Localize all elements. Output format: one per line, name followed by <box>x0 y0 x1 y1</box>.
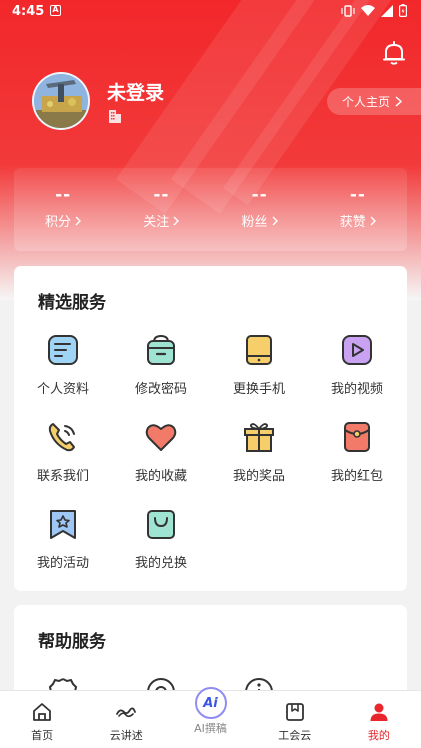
chevron-right-icon <box>395 96 403 107</box>
ai-icon: Ai <box>194 687 227 719</box>
service-my-videos[interactable]: 我的视频 <box>308 333 406 403</box>
tab-home[interactable]: 首页 <box>0 691 84 748</box>
featured-services-card: 精选服务 个人资料 修改密码 更换手机 我的视频 联系我们 我的收藏 我的奖品 … <box>14 266 407 591</box>
section-title: 帮助服务 <box>38 632 106 652</box>
tab-label: 工会云 <box>278 729 312 742</box>
tab-label: 我的 <box>367 729 390 742</box>
personal-homepage-label: 个人主页 <box>342 95 391 109</box>
status-bar: 4:45 A <box>0 0 421 24</box>
personal-homepage-button[interactable]: 个人主页 <box>327 88 421 115</box>
password-icon <box>147 334 175 365</box>
stat-label: 粉丝 <box>241 215 268 230</box>
service-label: 修改密码 <box>134 382 187 397</box>
vibrate-icon <box>341 4 355 17</box>
tab-label: 首页 <box>31 729 54 742</box>
chevron-right-icon <box>370 216 376 226</box>
tab-mine[interactable]: 我的 <box>337 691 421 748</box>
service-red-packet[interactable]: 我的红包 <box>308 420 406 490</box>
union-icon <box>285 703 304 721</box>
service-contact-us[interactable]: 联系我们 <box>14 420 112 490</box>
service-label: 我的兑换 <box>134 556 187 571</box>
cloud-story-icon <box>116 707 137 718</box>
chevron-right-icon <box>75 216 82 226</box>
stat-following[interactable]: -- 关注 <box>112 168 210 251</box>
user-icon <box>370 703 388 721</box>
service-label: 我的红包 <box>330 469 383 484</box>
signal-icon <box>381 4 393 17</box>
service-label: 更换手机 <box>232 382 285 397</box>
building-icon <box>109 110 121 123</box>
header-background <box>0 0 421 300</box>
call-icon <box>48 423 75 452</box>
service-my-activities[interactable]: 我的活动 <box>14 507 112 577</box>
service-my-prizes[interactable]: 我的奖品 <box>210 420 308 490</box>
tab-cloud-story[interactable]: 云讲述 <box>84 691 168 748</box>
chevron-right-icon <box>272 216 278 226</box>
bottom-tab-bar: 首页 云讲述 Ai AI撰稿 工会云 我的 <box>0 687 421 748</box>
service-label: 我的收藏 <box>134 469 187 484</box>
activity-icon <box>50 510 76 539</box>
tab-label: 云讲述 <box>109 729 143 742</box>
service-change-password[interactable]: 修改密码 <box>112 333 210 403</box>
service-label: 个人资料 <box>36 382 89 397</box>
avatar[interactable] <box>32 72 90 130</box>
heart-icon <box>145 424 177 451</box>
profile-card-icon <box>48 335 78 365</box>
stat-value: -- <box>251 185 268 205</box>
stat-label: 获赞 <box>339 215 366 230</box>
chevron-right-icon <box>173 216 180 226</box>
notification-icon: A <box>50 5 61 16</box>
stat-value: -- <box>153 185 170 205</box>
stat-label: 积分 <box>45 215 72 230</box>
phone-icon <box>246 335 272 365</box>
video-icon <box>342 335 372 365</box>
stat-label: 关注 <box>143 215 170 230</box>
service-label: 我的视频 <box>330 382 383 397</box>
service-grid: 个人资料 修改密码 更换手机 我的视频 联系我们 我的收藏 我的奖品 我的红包 … <box>14 333 407 577</box>
stat-likes[interactable]: -- 获赞 <box>309 168 407 251</box>
wifi-icon <box>361 4 375 16</box>
status-icons <box>341 4 407 17</box>
stat-fans[interactable]: -- 粉丝 <box>211 168 309 251</box>
stat-value: -- <box>55 185 72 205</box>
service-label: 我的活动 <box>36 556 89 571</box>
status-time: 4:45 <box>12 4 45 19</box>
service-label: 联系我们 <box>36 469 89 484</box>
tab-union-cloud[interactable]: 工会云 <box>253 691 337 748</box>
battery-icon <box>399 4 407 17</box>
stats-card: -- 积分 -- 关注 -- 粉丝 -- 获赞 <box>14 168 407 251</box>
username[interactable]: 未登录 <box>107 78 164 105</box>
red-packet-icon <box>344 422 370 452</box>
service-my-exchange[interactable]: 我的兑换 <box>112 507 210 577</box>
tab-ai-writing[interactable]: Ai AI撰稿 <box>168 687 252 748</box>
stat-value: -- <box>349 185 366 205</box>
bell-icon[interactable] <box>381 40 407 66</box>
gift-icon <box>244 423 274 452</box>
service-my-favorites[interactable]: 我的收藏 <box>112 420 210 490</box>
service-change-phone[interactable]: 更换手机 <box>210 333 308 403</box>
tab-label: AI撰稿 <box>194 722 227 735</box>
stat-points[interactable]: -- 积分 <box>14 168 112 251</box>
home-icon <box>33 703 51 721</box>
service-personal-info[interactable]: 个人资料 <box>14 333 112 403</box>
section-title: 精选服务 <box>38 293 106 313</box>
service-label: 我的奖品 <box>232 469 285 484</box>
shopping-bag-icon <box>147 510 175 539</box>
